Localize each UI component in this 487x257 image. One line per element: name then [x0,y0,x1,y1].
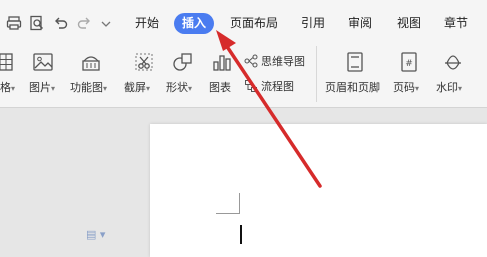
picture-caret-icon: ▾ [51,84,56,93]
ribbon-separator [316,46,317,102]
tab-section[interactable]: 章节 [439,13,473,34]
shape-label: 形状 [166,81,188,94]
document-page[interactable] [150,124,487,257]
screenshot-icon[interactable] [133,51,155,73]
wps-writer-window: 开始 插入 页面布局 引用 审阅 视图 章节 格▾ 图片▾ 功能图▾ 截屏▾ 形… [0,0,487,257]
flowchart-label: 流程图 [261,80,294,93]
tab-page-layout[interactable]: 页面布局 [227,13,281,34]
document-view-icon[interactable]: ▤ ▾ [86,228,105,241]
undo-icon[interactable] [53,15,69,31]
print-icon[interactable] [6,15,22,31]
picture-label: 图片 [29,81,51,94]
function-chart-icon[interactable] [80,51,102,73]
mindmap-label: 思维导图 [261,55,305,68]
picture-icon[interactable] [32,51,54,73]
customize-dropdown-icon[interactable] [100,15,112,31]
redo-icon[interactable] [76,15,92,31]
shape-button[interactable]: 形状▾ [166,79,192,95]
table-button[interactable]: 格▾ [0,79,15,95]
tab-home[interactable]: 开始 [128,13,166,34]
tab-review[interactable]: 审阅 [343,13,377,34]
header-footer-button[interactable]: 页眉和页脚 [325,79,380,95]
function-chart-button[interactable]: 功能图▾ [70,79,107,95]
watermark-label: 水印 [436,81,458,94]
watermark-icon[interactable] [442,51,464,73]
menu-bar: 开始 插入 页面布局 引用 审阅 视图 章节 [0,0,487,40]
page-number-caret-icon: ▾ [415,84,420,93]
svg-text:#: # [405,59,413,69]
shape-caret-icon: ▾ [188,84,193,93]
chart-icon[interactable] [211,51,233,73]
insert-ribbon: 格▾ 图片▾ 功能图▾ 截屏▾ 形状▾ 图表 思维导图 流程图 页眉和页脚 # … [0,40,487,108]
function-chart-caret-icon: ▾ [103,84,108,93]
header-footer-icon[interactable] [344,51,366,73]
margin-corner-mark [216,193,240,214]
page-number-icon[interactable]: # [398,51,420,73]
screenshot-caret-icon: ▾ [146,84,151,93]
shape-icon[interactable] [172,51,194,73]
table-caret-icon: ▾ [11,84,16,93]
page-number-button[interactable]: 页码▾ [393,79,419,95]
flowchart-icon [244,79,258,93]
tab-references[interactable]: 引用 [296,13,330,34]
mindmap-button[interactable]: 思维导图 [244,53,305,69]
watermark-button[interactable]: 水印▾ [436,79,462,95]
flowchart-button[interactable]: 流程图 [244,78,294,94]
picture-button[interactable]: 图片▾ [29,79,55,95]
print-preview-icon[interactable] [29,15,45,31]
screenshot-label: 截屏 [124,81,146,94]
mindmap-icon [244,54,258,68]
screenshot-button[interactable]: 截屏▾ [124,79,150,95]
tab-insert[interactable]: 插入 [174,13,214,34]
text-cursor [240,225,242,244]
watermark-caret-icon: ▾ [458,84,463,93]
function-chart-label: 功能图 [70,81,103,94]
tab-view[interactable]: 视图 [392,13,426,34]
table-icon[interactable] [0,51,14,73]
chart-button[interactable]: 图表 [209,79,231,95]
page-number-label: 页码 [393,81,415,94]
table-label: 格 [0,81,11,94]
